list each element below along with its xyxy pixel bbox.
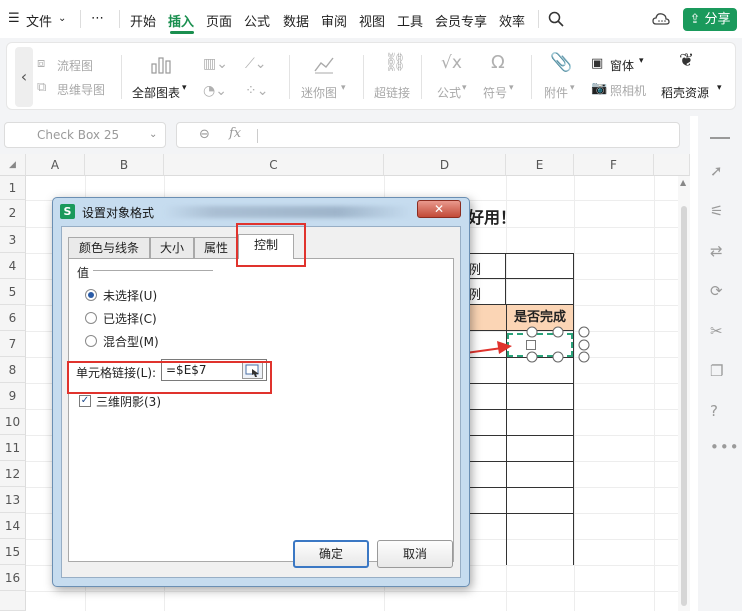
radio-mixed-option[interactable] (85, 335, 97, 347)
blurred-text (163, 206, 413, 218)
close-button[interactable]: ✕ (417, 200, 461, 218)
radio-unchecked-label[interactable]: 未选择(U) (103, 287, 157, 304)
tab-size[interactable]: 大小 (150, 237, 194, 259)
radio-mixed-label[interactable]: 混合型(M) (103, 333, 159, 350)
ok-button[interactable]: 确定 (293, 540, 369, 568)
dialog-title: 设置对象格式 (82, 206, 155, 220)
tab-properties[interactable]: 属性 (194, 237, 238, 259)
close-icon: ✕ (433, 202, 445, 216)
dialog-body: 颜色与线条 大小 属性 控制 值 未选择(U) 已选择(C) 混合型(M) 单元… (61, 226, 461, 578)
tab-color-line[interactable]: 颜色与线条 (68, 237, 150, 259)
control-tab-page: 值 未选择(U) 已选择(C) 混合型(M) 单元格链接(L): =$E$7 ✓… (68, 258, 454, 562)
cancel-button[interactable]: 取消 (377, 540, 453, 568)
radio-checked-label[interactable]: 已选择(C) (103, 310, 157, 327)
cell-link-highlight (67, 361, 272, 394)
shade-label[interactable]: 三维阴影(3) (96, 393, 161, 410)
group-divider (93, 270, 213, 271)
tab-control[interactable]: 控制 (238, 234, 294, 259)
app-logo-icon: S (60, 204, 75, 219)
radio-checked-option[interactable] (85, 312, 97, 324)
value-group-label: 值 (77, 266, 90, 280)
radio-unchecked-option[interactable] (85, 289, 97, 301)
shade-checkbox[interactable]: ✓ (79, 395, 91, 407)
